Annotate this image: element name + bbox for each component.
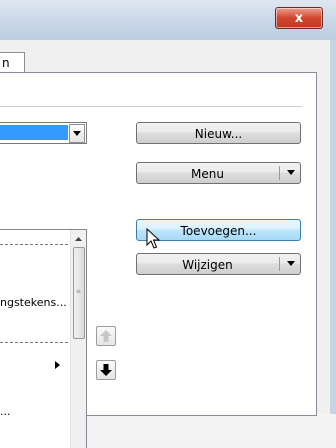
arrow-down-icon bbox=[100, 364, 112, 376]
add-button[interactable]: Toevoegen... bbox=[136, 219, 301, 241]
modify-button[interactable]: Wijzigen bbox=[136, 253, 301, 275]
list-scrollbar[interactable]: ≡ bbox=[70, 230, 86, 448]
close-icon: x bbox=[294, 10, 304, 26]
dropdown-selected-value bbox=[0, 125, 68, 140]
close-button[interactable]: x bbox=[275, 7, 323, 29]
chevron-right-icon bbox=[55, 361, 60, 369]
split-separator bbox=[279, 166, 280, 180]
menu-selector-dropdown[interactable] bbox=[0, 122, 87, 144]
chevron-down-icon bbox=[287, 170, 295, 175]
dialog-frame: n Nieuw... Menu Toevoegen... Wijzigen ng… bbox=[0, 40, 336, 448]
menu-dropdown-arrow[interactable] bbox=[281, 163, 301, 183]
list-separator bbox=[0, 244, 68, 245]
list-separator bbox=[0, 342, 68, 343]
list-item-label: ... bbox=[0, 405, 11, 418]
list-item[interactable]: ... bbox=[0, 405, 68, 418]
mouse-cursor-icon bbox=[146, 228, 160, 249]
dropdown-arrow-button[interactable] bbox=[69, 124, 85, 143]
list-item[interactable] bbox=[0, 380, 68, 392]
chevron-down-icon bbox=[73, 131, 81, 136]
chevron-up-icon bbox=[75, 237, 82, 241]
move-down-button[interactable] bbox=[96, 360, 116, 380]
arrow-up-icon bbox=[100, 330, 112, 342]
new-button-label: Nieuw... bbox=[194, 127, 243, 141]
title-bar: x bbox=[0, 0, 336, 40]
tab-active[interactable]: n bbox=[0, 52, 25, 73]
split-separator bbox=[279, 257, 280, 271]
separator-line bbox=[0, 106, 302, 107]
modify-dropdown-arrow[interactable] bbox=[281, 254, 301, 274]
move-up-button[interactable] bbox=[96, 326, 116, 346]
commands-list[interactable]: ngstekens... ... ≡ bbox=[0, 229, 87, 448]
add-button-label: Toevoegen... bbox=[180, 224, 257, 238]
new-button[interactable]: Nieuw... bbox=[136, 122, 301, 144]
chevron-down-icon bbox=[287, 261, 295, 266]
modify-button-label: Wijzigen bbox=[182, 258, 233, 272]
grip-icon: ≡ bbox=[76, 288, 82, 295]
scroll-thumb[interactable]: ≡ bbox=[73, 247, 85, 339]
tab-label: n bbox=[2, 56, 10, 70]
menu-button-label: Menu bbox=[191, 167, 224, 181]
scroll-up-button[interactable] bbox=[71, 232, 86, 246]
list-item[interactable]: ngstekens... bbox=[0, 296, 68, 309]
menu-button[interactable]: Menu bbox=[136, 162, 301, 184]
list-item-label: ngstekens... bbox=[0, 296, 67, 309]
